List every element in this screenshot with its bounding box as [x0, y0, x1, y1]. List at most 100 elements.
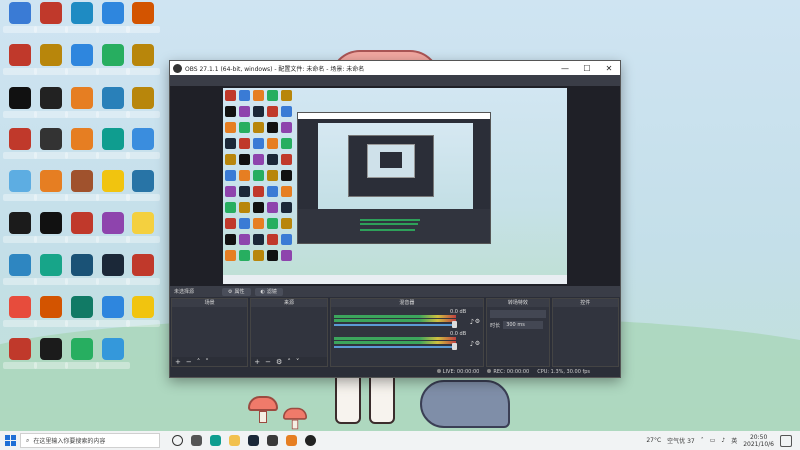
desktop-icon[interactable] — [34, 44, 68, 82]
desktop-icon[interactable] — [34, 296, 68, 334]
move-up-icon[interactable]: ˄ — [287, 358, 291, 366]
desktop-icon[interactable] — [3, 44, 37, 82]
desktop-icon[interactable] — [96, 254, 130, 292]
desktop-icon[interactable] — [65, 212, 99, 250]
desktop-icon[interactable] — [96, 87, 130, 125]
volume-slider-handle[interactable] — [451, 321, 457, 328]
desktop-icon[interactable] — [126, 170, 160, 208]
properties-button[interactable]: ⚙ 属性 — [222, 287, 251, 296]
desktop-icon[interactable] — [126, 2, 160, 40]
add-source-button[interactable]: + — [254, 358, 260, 366]
file-explorer-icon[interactable] — [229, 435, 240, 446]
desktop-icon[interactable] — [126, 296, 160, 334]
desktop-icon[interactable] — [65, 296, 99, 334]
desktop-icon[interactable] — [65, 338, 99, 376]
desktop-icon[interactable] — [65, 87, 99, 125]
obs-window[interactable]: OBS 27.1.1 (64-bit, windows) - 配置文件: 未命名… — [169, 60, 621, 378]
obs-icon[interactable] — [305, 435, 316, 446]
maximize-button[interactable]: ☐ — [576, 61, 598, 75]
desktop-icon[interactable] — [3, 2, 37, 40]
air-quality[interactable]: 空气优 37 — [667, 436, 695, 445]
desktop-icon[interactable] — [34, 254, 68, 292]
transition-type-select[interactable] — [490, 310, 546, 318]
desktop-icon[interactable] — [65, 254, 99, 292]
desktop-icon[interactable] — [3, 338, 37, 376]
move-down-icon[interactable]: ˅ — [296, 358, 300, 366]
desktop-icon[interactable] — [34, 87, 68, 125]
input-language[interactable]: 英 — [731, 436, 737, 445]
desktop-icon[interactable] — [34, 170, 68, 208]
add-scene-button[interactable]: + — [175, 358, 181, 366]
volume-icon[interactable]: ♪ — [721, 437, 725, 444]
network-icon[interactable]: ▭ — [710, 437, 716, 444]
desktop-icon[interactable] — [96, 44, 130, 82]
taskbar-clock[interactable]: 20:50 2021/10/6 — [743, 434, 774, 448]
tray-overflow-icon[interactable]: ˄ — [701, 437, 704, 444]
close-button[interactable]: ✕ — [598, 61, 620, 75]
desktop-icon-label — [126, 194, 160, 201]
volume-slider-handle[interactable] — [451, 343, 457, 350]
source-toolbar: 未选择源 ⚙ 属性 ◐ 滤镜 — [170, 286, 620, 297]
desktop-icon[interactable] — [96, 296, 130, 334]
speaker-icon[interactable]: ♪ — [470, 318, 474, 326]
desktop-icon[interactable] — [126, 254, 160, 292]
mixer-channel: 0.0 dB ♪ ⚙ — [333, 309, 480, 329]
desktop-icon[interactable] — [34, 338, 68, 376]
filters-button[interactable]: ◐ 滤镜 — [254, 287, 283, 296]
desktop-icon[interactable] — [34, 128, 68, 166]
move-up-icon[interactable]: ˄ — [197, 358, 201, 366]
taskbar-search-box[interactable]: ⌕ 在这里输入你要搜索的内容 — [20, 433, 160, 448]
captured-desktop-icon — [239, 154, 250, 165]
app-icon[interactable] — [267, 435, 278, 446]
obs-preview-area[interactable] — [170, 86, 620, 286]
move-down-icon[interactable]: ˅ — [205, 358, 209, 366]
gear-icon[interactable]: ⚙ — [475, 318, 480, 325]
game-icon[interactable] — [286, 435, 297, 446]
cortana-icon[interactable] — [172, 435, 183, 446]
desktop-icon[interactable] — [65, 128, 99, 166]
obs-titlebar[interactable]: OBS 27.1.1 (64-bit, windows) - 配置文件: 未命名… — [170, 61, 620, 75]
desktop-icon[interactable] — [96, 170, 130, 208]
desktop-icon[interactable] — [3, 212, 37, 250]
minimize-button[interactable]: — — [554, 61, 576, 75]
desktop-icon[interactable] — [96, 2, 130, 40]
notification-icon[interactable] — [780, 434, 792, 447]
desktop-icon[interactable] — [34, 2, 68, 40]
gear-icon[interactable]: ⚙ — [276, 358, 282, 366]
start-button[interactable] — [0, 431, 20, 450]
volume-slider[interactable] — [333, 346, 456, 348]
cpu-status: CPU: 1.3%, 30.00 fps — [537, 369, 590, 375]
desktop-icon[interactable] — [126, 128, 160, 166]
desktop-icon[interactable] — [96, 212, 130, 250]
desktop-icon[interactable] — [3, 254, 37, 292]
desktop-icon[interactable] — [65, 44, 99, 82]
desktop-icon[interactable] — [126, 212, 160, 250]
desktop-icon[interactable] — [34, 212, 68, 250]
desktop-icon[interactable] — [96, 128, 130, 166]
remove-source-button[interactable]: − — [265, 358, 271, 366]
weather-temp[interactable]: 27°C — [646, 437, 661, 444]
desktop-icon[interactable] — [3, 296, 37, 334]
desktop-icon[interactable] — [126, 87, 160, 125]
task-view-icon[interactable] — [191, 435, 202, 446]
captured-desktop-icon — [281, 218, 292, 229]
duration-input[interactable]: 300 ms — [503, 321, 544, 329]
desktop-icon[interactable] — [96, 338, 130, 376]
speaker-icon[interactable]: ♪ — [470, 340, 474, 348]
desktop-icon[interactable] — [3, 128, 37, 166]
desktop-icon[interactable] — [65, 170, 99, 208]
desktop-icon[interactable] — [3, 170, 37, 208]
desktop-icon[interactable] — [3, 87, 37, 125]
steam-icon[interactable] — [248, 435, 259, 446]
edge-icon[interactable] — [210, 435, 221, 446]
wallpaper-shark — [420, 380, 510, 428]
desktop-icon[interactable] — [65, 2, 99, 40]
app-icon — [9, 254, 31, 276]
desktop-icon[interactable] — [126, 44, 160, 82]
apex-icon — [40, 2, 62, 24]
gear-icon[interactable]: ⚙ — [475, 340, 480, 347]
volume-slider[interactable] — [333, 324, 456, 326]
captured-desktop-icon — [253, 186, 264, 197]
remove-scene-button[interactable]: − — [186, 358, 192, 366]
obs-preview-canvas[interactable] — [223, 88, 567, 284]
